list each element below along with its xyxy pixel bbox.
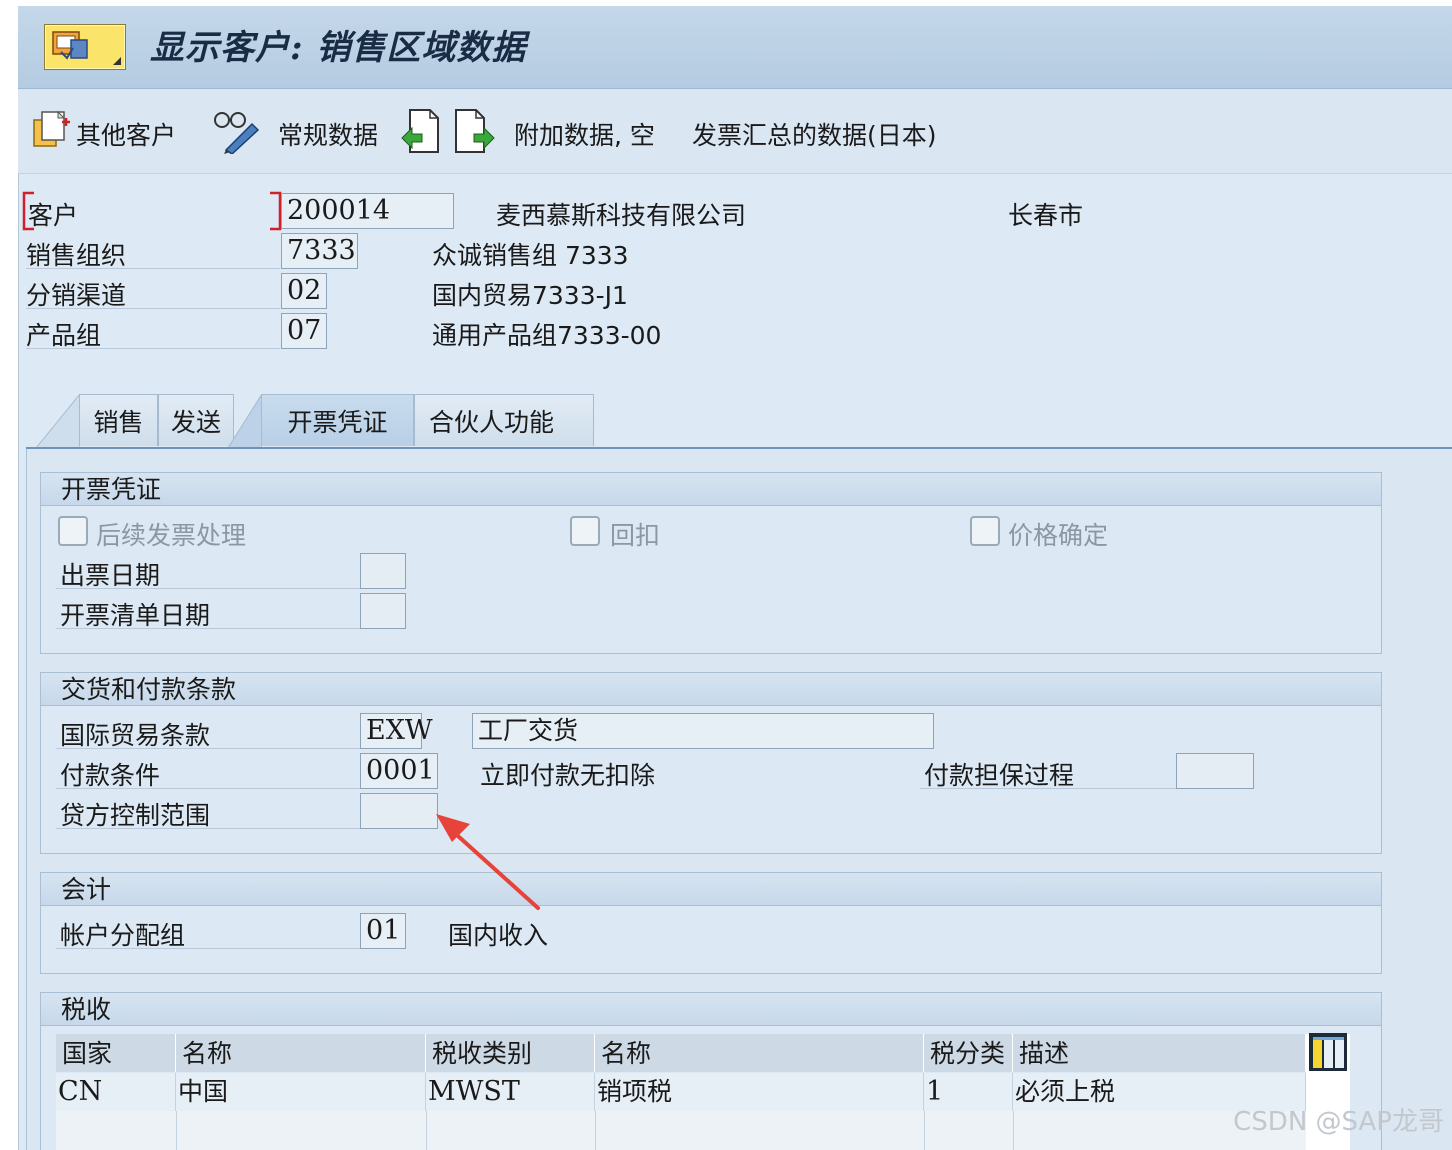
sales-org-desc: 众诚销售组 7333 — [432, 241, 629, 270]
dist-channel-label: 分销渠道 — [26, 276, 280, 310]
col-divider — [595, 1111, 596, 1150]
tax-group-title: 税收 — [40, 992, 1382, 1026]
customer-city: 长春市 — [1008, 201, 1084, 230]
sales-org-label: 销售组织 — [26, 236, 280, 270]
price-determination-label: 价格确定 — [1008, 521, 1109, 550]
tax-cell-classification[interactable]: 1 — [924, 1073, 1013, 1111]
tab-shipping[interactable]: 发送 — [158, 394, 234, 446]
other-customer-icon[interactable] — [32, 108, 74, 152]
sales-org-field[interactable]: 7333 — [281, 233, 358, 269]
dist-channel-desc: 国内贸易7333-J1 — [432, 281, 628, 310]
payment-guarantee-label: 付款担保过程 — [920, 756, 1180, 790]
dropdown-triangle-icon — [113, 57, 121, 65]
billing-group-title: 开票凭证 — [40, 472, 1382, 506]
col-divider — [426, 1111, 427, 1150]
additional-data-button[interactable]: 附加数据, 空 — [514, 116, 655, 152]
next-document-icon[interactable] — [454, 108, 496, 154]
invoice-summary-button[interactable]: 发票汇总的数据(日本) — [692, 116, 937, 152]
payment-guarantee-field[interactable] — [1176, 753, 1254, 789]
tax-cell-name[interactable]: 中国 — [176, 1073, 426, 1111]
tax-cell-category-name[interactable]: 销项税 — [595, 1073, 924, 1111]
acct-group-desc: 国内收入 — [448, 921, 549, 950]
payment-terms-label: 付款条件 — [56, 756, 364, 790]
general-data-button[interactable]: 常规数据 — [278, 116, 378, 152]
tax-col-country[interactable]: 国家 — [56, 1034, 176, 1072]
invoice-list-dates-label: 开票清单日期 — [56, 596, 364, 630]
payment-terms-field[interactable]: 0001 — [360, 753, 438, 789]
rebate-checkbox[interactable] — [570, 516, 600, 546]
credit-control-field[interactable] — [360, 793, 438, 829]
delivery-payment-group-title: 交货和付款条款 — [40, 672, 1382, 706]
invoice-dates-field[interactable] — [360, 553, 406, 589]
price-determination-checkbox[interactable] — [970, 516, 1000, 546]
acct-group-field[interactable]: 01 — [360, 913, 406, 949]
credit-control-label: 贷方控制范围 — [56, 796, 364, 830]
tax-col-category[interactable]: 税收类别 — [426, 1034, 595, 1072]
glasses-pencil-icon[interactable] — [212, 108, 260, 154]
previous-document-icon[interactable] — [400, 108, 440, 154]
invoice-dates-label: 出票日期 — [56, 556, 364, 590]
tax-col-classification[interactable]: 税分类 — [924, 1034, 1013, 1072]
incoterms-label: 国际贸易条款 — [56, 716, 364, 750]
incoterms-field[interactable]: EXW — [360, 713, 433, 749]
tab-sales[interactable]: 销售 — [79, 394, 158, 446]
accounting-group-title: 会计 — [40, 872, 1382, 906]
dist-channel-field[interactable]: 02 — [281, 273, 327, 309]
tax-col-description[interactable]: 描述 — [1013, 1034, 1306, 1072]
subsequent-invoice-checkbox[interactable] — [58, 516, 88, 546]
invoice-list-dates-field[interactable] — [360, 593, 406, 629]
watermark: CSDN @SAP龙哥 — [1233, 1107, 1444, 1137]
col-divider — [1013, 1111, 1014, 1150]
subsequent-invoice-label: 后续发票处理 — [96, 521, 247, 550]
window-title: 显示客户: 销售区域数据 — [150, 28, 527, 68]
tax-col-name[interactable]: 名称 — [176, 1034, 426, 1072]
tax-cell-category[interactable]: MWST — [426, 1073, 595, 1111]
tax-cell-country[interactable]: CN — [56, 1073, 176, 1111]
customer-field[interactable]: 200014 — [281, 193, 454, 229]
tab-slant-active — [228, 394, 262, 448]
division-field[interactable]: 07 — [281, 313, 327, 349]
table-settings-icon[interactable] — [1308, 1032, 1348, 1072]
col-divider — [924, 1111, 925, 1150]
acct-group-label: 帐户分配组 — [56, 916, 364, 950]
other-customer-button[interactable]: 其他客户 — [76, 116, 176, 152]
division-label: 产品组 — [26, 316, 280, 350]
customer-name: 麦西慕斯科技有限公司 — [496, 201, 747, 230]
tax-row-empty[interactable] — [56, 1111, 1306, 1150]
tab-billing[interactable]: 开票凭证 — [261, 394, 414, 446]
col-divider — [176, 1111, 177, 1150]
tab-slant-left — [36, 394, 80, 448]
tax-col-category-name[interactable]: 名称 — [595, 1034, 924, 1072]
system-menu-icon[interactable] — [44, 24, 126, 70]
rebate-label: 回扣 — [610, 521, 661, 550]
division-desc: 通用产品组7333-00 — [432, 321, 662, 350]
payment-terms-desc: 立即付款无扣除 — [480, 761, 656, 790]
incoterms-desc-field[interactable]: 工厂交货 — [472, 713, 934, 749]
tab-partner-functions[interactable]: 合伙人功能 — [414, 394, 594, 446]
customer-label: 客户 — [28, 201, 79, 230]
annotation-arrow-icon — [436, 814, 540, 910]
screen-icon — [52, 31, 88, 60]
